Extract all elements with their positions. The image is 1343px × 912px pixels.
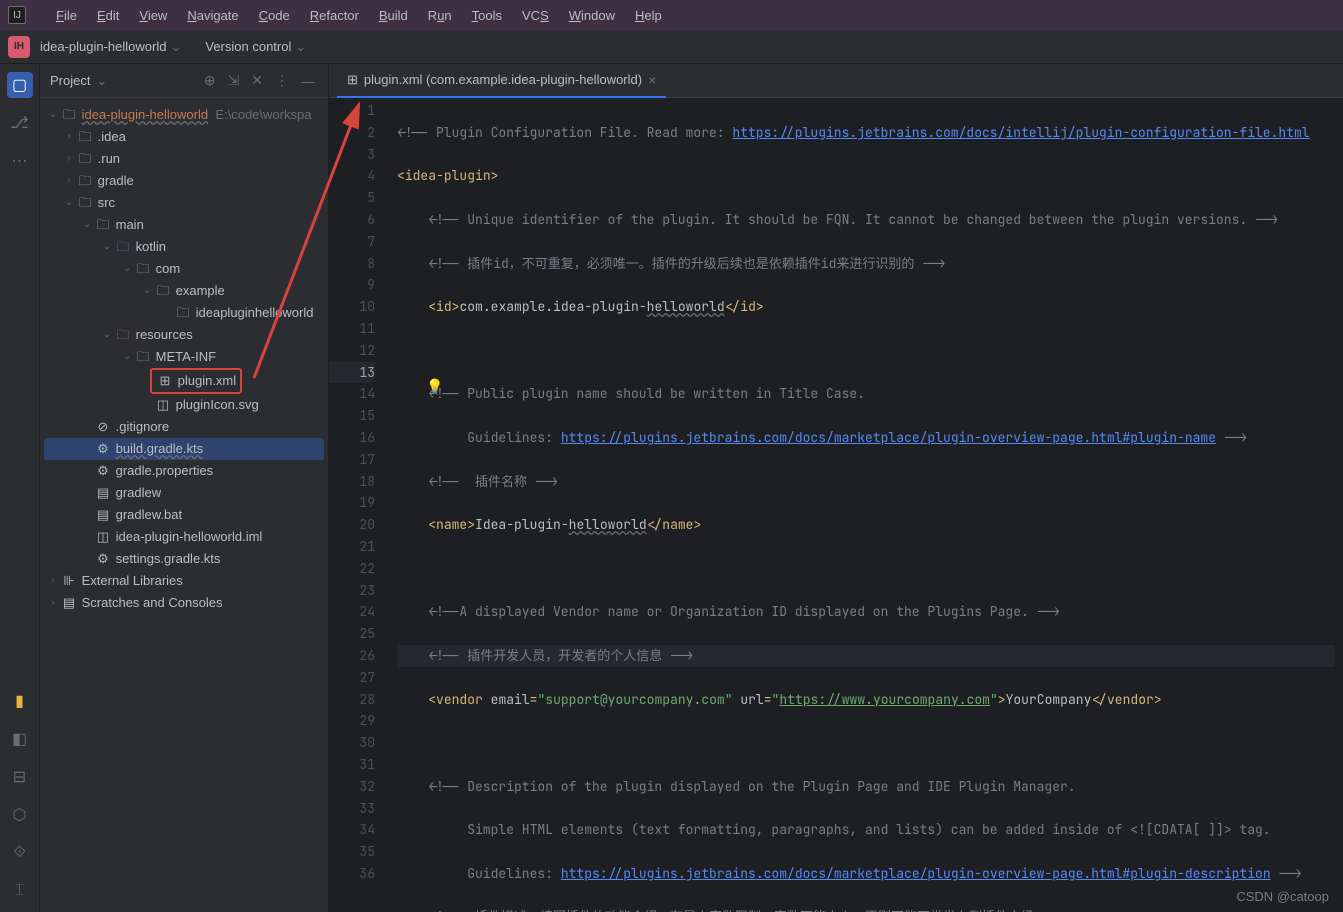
- project-tool-icon[interactable]: ▢: [7, 72, 33, 98]
- options-icon[interactable]: ⋮: [272, 72, 292, 89]
- pane-title[interactable]: Project: [50, 73, 90, 88]
- tree-ext-libs[interactable]: ›⊪ External Libraries: [44, 570, 324, 592]
- watermark: CSDN @catoop: [1236, 889, 1329, 904]
- expand-icon[interactable]: ⇲: [225, 72, 243, 89]
- editor-tab[interactable]: ⊞ plugin.xml (com.example.idea-plugin-he…: [337, 64, 666, 98]
- bottom-tool-icon[interactable]: ⌶: [7, 878, 33, 904]
- menu-build[interactable]: Build: [369, 4, 418, 27]
- tree-gitignore[interactable]: ⊘ .gitignore: [44, 416, 324, 438]
- tree-kotlin[interactable]: ⌄🗀 kotlin: [44, 236, 324, 258]
- app-logo: IJ: [8, 6, 26, 24]
- menu-view[interactable]: View: [129, 4, 177, 27]
- code-editor[interactable]: 1234567891011121314151617181920212223242…: [329, 98, 1343, 912]
- menu-file[interactable]: File: [46, 4, 87, 27]
- editor-area: ⊞ plugin.xml (com.example.idea-plugin-he…: [329, 64, 1343, 912]
- menu-help[interactable]: Help: [625, 4, 672, 27]
- services-tool-icon[interactable]: ⊟: [7, 764, 33, 790]
- tree-plugin-icon[interactable]: ◫ pluginIcon.svg: [44, 394, 324, 416]
- tree-gradlew-bat[interactable]: ▤ gradlew.bat: [44, 504, 324, 526]
- menu-refactor[interactable]: Refactor: [300, 4, 369, 27]
- tree-pkg[interactable]: 🗀 ideapluginhelloworld: [44, 302, 324, 324]
- database-tool-icon[interactable]: ▮: [7, 688, 33, 714]
- tree-resources[interactable]: ⌄🗀 resources: [44, 324, 324, 346]
- tree-idea[interactable]: ›🗀 .idea: [44, 126, 324, 148]
- breadcrumb-project[interactable]: idea-plugin-helloworld ⌄: [40, 39, 181, 55]
- top-nav: IH idea-plugin-helloworld ⌄ Version cont…: [0, 30, 1343, 64]
- tree-com[interactable]: ⌄🗀 com: [44, 258, 324, 280]
- tree-metainf[interactable]: ⌄🗀 META-INF: [44, 346, 324, 368]
- tree-gradlew[interactable]: ▤ gradlew: [44, 482, 324, 504]
- project-tree[interactable]: ⌄🗀 idea-plugin-helloworld E:\code\worksp…: [40, 98, 328, 912]
- menu-bar: File Edit View Navigate Code Refactor Bu…: [46, 4, 672, 27]
- commit-tool-icon[interactable]: ⎇: [7, 110, 33, 136]
- menu-run[interactable]: Run: [418, 4, 462, 27]
- close-icon[interactable]: ×: [648, 72, 656, 88]
- project-pane: Project ⌄ ⊕ ⇲ ✕ ⋮ — ⌄🗀 idea-plugin-hello…: [40, 64, 329, 912]
- terminal-tool-icon[interactable]: ⬡: [7, 802, 33, 828]
- hide-icon[interactable]: —: [298, 73, 318, 89]
- title-bar: IJ File Edit View Navigate Code Refactor…: [0, 0, 1343, 30]
- project-badge: IH: [8, 36, 30, 58]
- menu-navigate[interactable]: Navigate: [177, 4, 248, 27]
- tree-scratches[interactable]: ›▤ Scratches and Consoles: [44, 592, 324, 614]
- tree-run[interactable]: ›🗀 .run: [44, 148, 324, 170]
- chevron-down-icon[interactable]: ⌄: [96, 73, 107, 89]
- menu-vcs[interactable]: VCS: [512, 4, 559, 27]
- gutter: 1234567891011121314151617181920212223242…: [329, 98, 389, 912]
- tree-gradle-props[interactable]: ⚙ gradle.properties: [44, 460, 324, 482]
- more-tool-icon[interactable]: ⋯: [7, 148, 33, 174]
- menu-tools[interactable]: Tools: [462, 4, 512, 27]
- editor-tab-row: ⊞ plugin.xml (com.example.idea-plugin-he…: [329, 64, 1343, 98]
- build-tool-icon[interactable]: ⟐: [7, 840, 33, 866]
- menu-window[interactable]: Window: [559, 4, 625, 27]
- intention-bulb-icon[interactable]: 💡: [426, 378, 443, 395]
- tree-settings-gradle[interactable]: ⚙ settings.gradle.kts: [44, 548, 324, 570]
- structure-tool-icon[interactable]: ◧: [7, 726, 33, 752]
- tree-plugin-xml[interactable]: ⊞ plugin.xml: [44, 368, 324, 394]
- tree-build-gradle[interactable]: ⚙ build.gradle.kts: [44, 438, 324, 460]
- breadcrumb-vcs[interactable]: Version control ⌄: [205, 39, 306, 55]
- file-icon: ⊞: [347, 72, 358, 88]
- tree-src[interactable]: ⌄🗀 src: [44, 192, 324, 214]
- project-pane-header: Project ⌄ ⊕ ⇲ ✕ ⋮ —: [40, 64, 328, 98]
- menu-code[interactable]: Code: [249, 4, 300, 27]
- tree-gradle[interactable]: ›🗀 gradle: [44, 170, 324, 192]
- tab-label: plugin.xml (com.example.idea-plugin-hell…: [364, 72, 642, 87]
- left-tool-strip: ▢ ⎇ ⋯ ▮ ◧ ⊟ ⬡ ⟐ ⌶: [0, 64, 40, 912]
- tree-main[interactable]: ⌄🗀 main: [44, 214, 324, 236]
- collapse-icon[interactable]: ✕: [248, 72, 266, 89]
- tree-root[interactable]: ⌄🗀 idea-plugin-helloworld E:\code\worksp…: [44, 104, 324, 126]
- chevron-down-icon: ⌄: [170, 39, 181, 55]
- locate-icon[interactable]: ⊕: [201, 72, 219, 89]
- tree-iml[interactable]: ◫ idea-plugin-helloworld.iml: [44, 526, 324, 548]
- chevron-down-icon: ⌄: [295, 39, 306, 55]
- menu-edit[interactable]: Edit: [87, 4, 129, 27]
- code-content[interactable]: <!-- Plugin Configuration File. Read mor…: [389, 98, 1343, 912]
- tree-example[interactable]: ⌄🗀 example: [44, 280, 324, 302]
